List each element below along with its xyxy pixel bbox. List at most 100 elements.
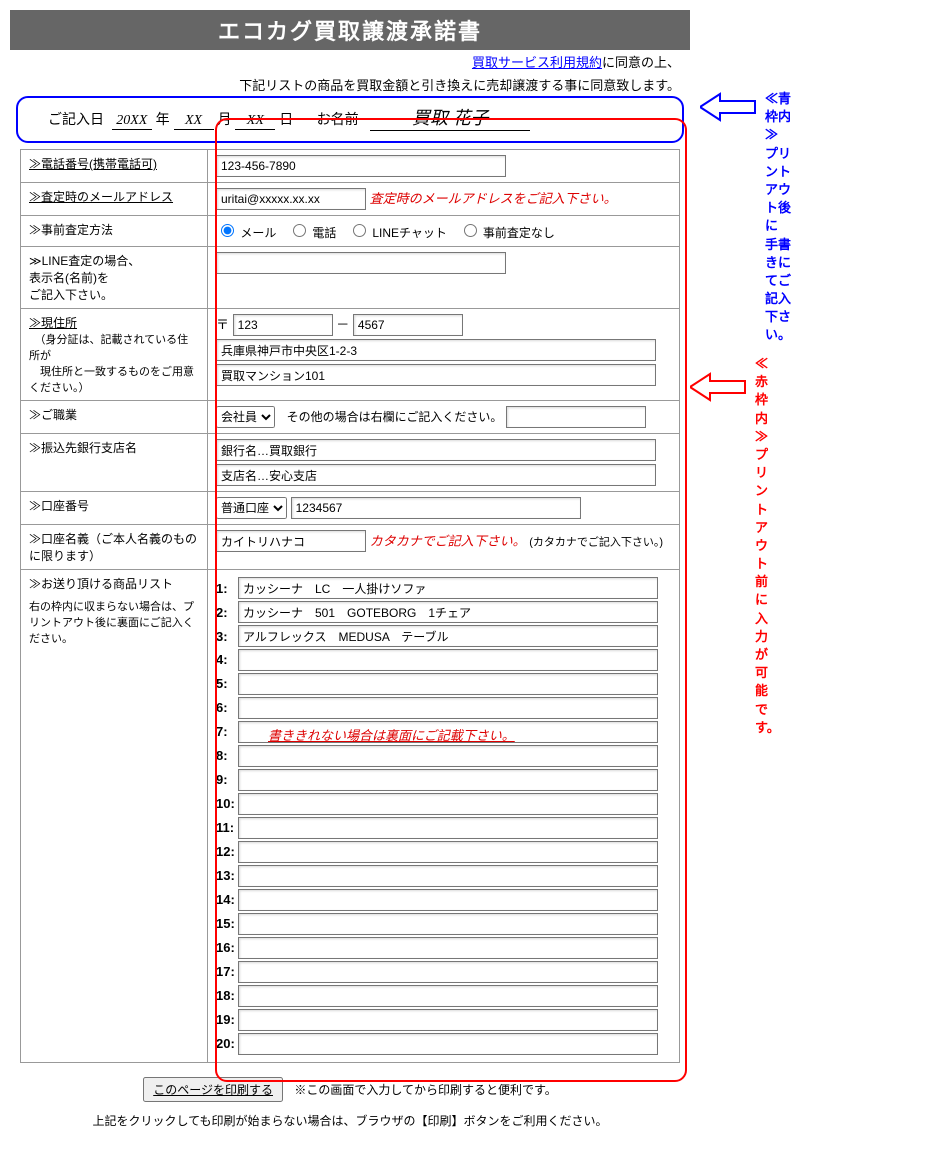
item-number: 15:: [216, 916, 238, 931]
print-note: ※この画面で入力してから印刷すると便利です。: [294, 1083, 556, 1097]
item-row: 20:: [216, 1033, 671, 1055]
job-select[interactable]: 会社員: [216, 406, 275, 428]
blue-annotation: ≪青枠内≫ プリントアウト後に 手書きにてご記入下さい。: [765, 90, 791, 345]
item-row: 17:: [216, 961, 671, 983]
item-input[interactable]: [238, 769, 658, 791]
acct-type-select[interactable]: 普通口座: [216, 497, 287, 519]
item-input[interactable]: [238, 985, 658, 1007]
item-row: 15:: [216, 913, 671, 935]
item-input[interactable]: [238, 865, 658, 887]
item-row: 6:: [216, 697, 671, 719]
date-month: XX: [174, 113, 214, 130]
addr1-input[interactable]: [216, 339, 656, 361]
item-number: 18:: [216, 988, 238, 1003]
item-input[interactable]: [238, 745, 658, 767]
acct-label: ≫口座番号: [21, 492, 208, 525]
addr-sub: （身分証は、記載されている住所が 現住所と一致するものをご用意ください。）: [29, 334, 194, 394]
job-label: ≫ご職業: [21, 401, 208, 434]
items-label: ≫お送り頂ける商品リスト: [29, 575, 199, 592]
method-radio-phone[interactable]: 電話: [288, 226, 336, 240]
item-number: 3:: [216, 629, 238, 644]
item-row: 18:: [216, 985, 671, 1007]
item-input[interactable]: [238, 625, 658, 647]
red-arrow-icon: [690, 372, 750, 402]
item-row: 3:: [216, 625, 671, 647]
item-row: 5:: [216, 673, 671, 695]
item-number: 9:: [216, 772, 238, 787]
terms-link[interactable]: 買取サービス利用規約: [472, 55, 602, 70]
holder-hint: (カタカナでご記入下さい。): [529, 537, 663, 549]
branch-name-input[interactable]: [216, 464, 656, 486]
print-button[interactable]: このページを印刷する: [143, 1077, 283, 1102]
line-name-input[interactable]: [216, 252, 506, 274]
method-radio-mail[interactable]: メール: [216, 226, 276, 240]
method-radio-group: メール 電話 LINEチャット 事前査定なし: [216, 225, 563, 240]
item-number: 10:: [216, 796, 238, 811]
acct-no-input[interactable]: [291, 497, 581, 519]
item-input[interactable]: [238, 577, 658, 599]
item-row: 4:: [216, 649, 671, 671]
item-input[interactable]: [238, 793, 658, 815]
item-number: 5:: [216, 676, 238, 691]
item-input[interactable]: [238, 841, 658, 863]
email-input[interactable]: [216, 188, 366, 210]
holder-label: ≫口座名義（ご本人名義のものに限ります）: [21, 525, 208, 570]
bank-name-input[interactable]: [216, 439, 656, 461]
email-label: ≫査定時のメールアドレス: [29, 190, 173, 204]
item-number: 4:: [216, 652, 238, 667]
item-row: 13:: [216, 865, 671, 887]
date-label: ご記入日: [48, 111, 104, 127]
items-sub: 右の枠内に収まらない場合は、プリントアウト後に裏面にご記入ください。: [29, 598, 199, 646]
item-input[interactable]: [238, 1009, 658, 1031]
email-note: 査定時のメールアドレスをご記入下さい。: [370, 191, 617, 206]
item-input[interactable]: [238, 1033, 658, 1055]
item-number: 19:: [216, 1012, 238, 1027]
item-row: 16:: [216, 937, 671, 959]
item-input[interactable]: [238, 697, 658, 719]
item-row: 11:: [216, 817, 671, 839]
item-number: 12:: [216, 844, 238, 859]
item-number: 6:: [216, 700, 238, 715]
line-label: ≫LINE査定の場合、 表示名(名前)を ご記入下さい。: [21, 247, 208, 309]
name-label: お名前: [317, 111, 359, 127]
method-label: ≫事前査定方法: [21, 216, 208, 247]
item-input[interactable]: [238, 937, 658, 959]
item-row: 9:: [216, 769, 671, 791]
consent-line2: 下記リストの商品を買取金額と引き換えに売却譲渡する事に同意致します。: [10, 73, 690, 96]
item-input[interactable]: [238, 889, 658, 911]
phone-label: ≫電話番号(携帯電話可): [29, 157, 157, 171]
phone-input[interactable]: [216, 155, 506, 177]
item-number: 20:: [216, 1036, 238, 1051]
item-input[interactable]: [238, 961, 658, 983]
job-other-input[interactable]: [506, 406, 646, 428]
item-number: 17:: [216, 964, 238, 979]
form-table: ≫電話番号(携帯電話可) ≫査定時のメールアドレス 査定時のメールアドレスをご記…: [20, 149, 680, 1063]
items-overflow-note: 書ききれない場合は裏面にご記載下さい。: [268, 725, 515, 744]
item-input[interactable]: [238, 913, 658, 935]
red-annotation: ≪赤枠内≫ プリントアウト前に 入力が可能です。: [755, 355, 780, 737]
item-row: 12:: [216, 841, 671, 863]
item-input[interactable]: [238, 601, 658, 623]
addr-label: ≫現住所: [29, 316, 77, 330]
item-row: 10:: [216, 793, 671, 815]
job-note: その他の場合は右欄にご記入ください。: [287, 410, 503, 424]
zip-mark: 〒: [216, 317, 229, 332]
zip1-input[interactable]: [233, 314, 333, 336]
method-radio-none[interactable]: 事前査定なし: [459, 226, 555, 240]
holder-note: カタカナでご記入下さい。: [370, 534, 526, 549]
date-day: XX: [235, 113, 275, 130]
holder-input[interactable]: [216, 530, 366, 552]
item-input[interactable]: [238, 673, 658, 695]
item-input[interactable]: [238, 649, 658, 671]
blue-arrow-icon: [700, 92, 760, 122]
addr2-input[interactable]: [216, 364, 656, 386]
item-input[interactable]: [238, 817, 658, 839]
item-row: 2:: [216, 601, 671, 623]
item-row: 14:: [216, 889, 671, 911]
zip2-input[interactable]: [353, 314, 463, 336]
bank-label: ≫振込先銀行支店名: [21, 434, 208, 492]
item-number: 16:: [216, 940, 238, 955]
item-row: 8:: [216, 745, 671, 767]
item-number: 7:: [216, 724, 238, 739]
method-radio-line[interactable]: LINEチャット: [348, 226, 447, 240]
